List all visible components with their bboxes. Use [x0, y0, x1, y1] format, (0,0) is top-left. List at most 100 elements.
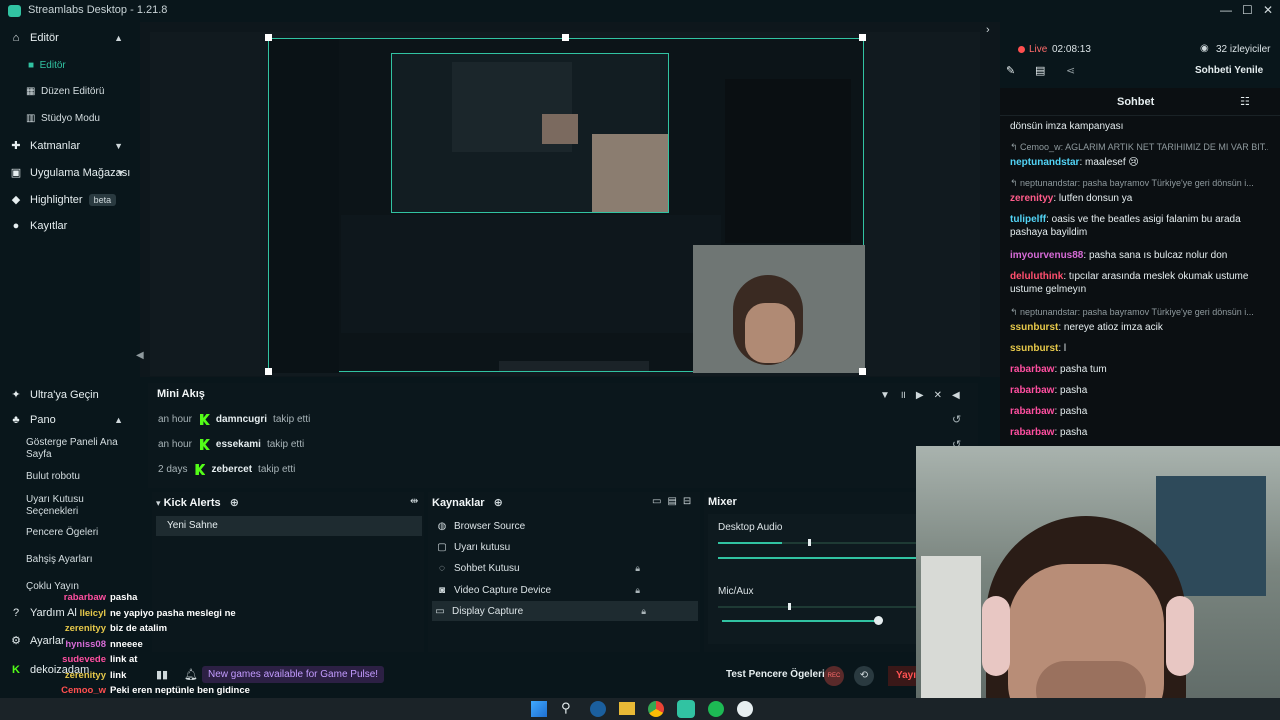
sidebar-sub-dashboard-home[interactable]: Gösterge Paneli Ana Sayfa	[26, 437, 126, 461]
folder-icon[interactable]: ▤	[667, 496, 682, 507]
lock-icon[interactable]: 🔒︎	[635, 563, 640, 574]
pause-icon[interactable]: ॥	[900, 390, 916, 401]
sidebar-item-recordings[interactable]: ● Kayıtlar	[0, 220, 135, 232]
stream-preview[interactable]	[150, 32, 980, 376]
close-button[interactable]: ✕	[1263, 3, 1273, 17]
chat-username[interactable]: imyourvenus88	[1010, 250, 1083, 261]
folder-icon[interactable]	[619, 702, 635, 715]
refresh-chat-button[interactable]: Sohbeti Yenile	[1195, 65, 1263, 76]
chat-username[interactable]: neptunandstar	[1010, 157, 1079, 168]
chevron-right-icon[interactable]: ›	[986, 24, 990, 36]
feed-action: takip etti	[273, 414, 311, 425]
share-icon[interactable]: ⋖	[1066, 64, 1075, 77]
chevron-down-icon[interactable]: ▼	[116, 168, 125, 178]
chevron-down-icon[interactable]: ▾	[156, 498, 161, 508]
edit-icon[interactable]: ✎	[1006, 64, 1015, 77]
feed-row: an hour damncugri takip etti	[158, 414, 310, 425]
sidebar-sub-alertbox[interactable]: Uyarı Kutusu Seçenekleri	[26, 494, 116, 518]
lock-icon[interactable]: 🔒︎	[635, 585, 640, 596]
resize-handle[interactable]	[562, 34, 569, 41]
feed-user[interactable]: zebercet	[211, 464, 252, 475]
scene-item[interactable]: Yeni Sahne	[156, 516, 422, 536]
chat-username[interactable]: tulipelff	[1010, 214, 1046, 225]
filter-icon[interactable]: ▼	[880, 390, 900, 401]
feed-user[interactable]: essekami	[216, 439, 261, 450]
volume-slider[interactable]	[722, 620, 878, 622]
replay-buffer-button[interactable]: ⟲	[854, 666, 874, 686]
source-tools[interactable]: ▭▤⊟	[652, 496, 697, 507]
chat-username[interactable]: zerenityy	[1010, 193, 1053, 204]
overlay-chat-username: Cemoo_w	[61, 685, 106, 696]
chat-username[interactable]: rabarbaw	[1010, 406, 1054, 417]
sidebar-sub-studio-mode[interactable]: ▥ Stüdyo Modu	[26, 113, 100, 125]
volume-icon[interactable]: ◀	[952, 390, 970, 401]
camera-icon: ◙	[438, 584, 446, 596]
sidebar-sub-widgets[interactable]: Pencere Ögeleri	[26, 527, 98, 539]
sidebar-sub-editor[interactable]: ■ Editör	[28, 60, 66, 72]
resize-handle[interactable]	[265, 34, 272, 41]
source-item[interactable]: ▢ Uyarı kutusu	[434, 537, 692, 557]
chevron-up-icon[interactable]: ▲	[114, 415, 123, 425]
feed-user[interactable]: damncugri	[216, 414, 267, 425]
remove-icon[interactable]: ⊟	[683, 496, 697, 507]
chat-username[interactable]: ssunburst	[1010, 322, 1058, 333]
sidebar-sub-layout-editor[interactable]: ▦ Düzen Editörü	[26, 86, 104, 98]
overlay-chat-line: zerenityy link	[60, 669, 127, 681]
windows-start-icon[interactable]	[531, 701, 547, 717]
eye-icon: ◉	[1200, 43, 1209, 54]
lock-icon[interactable]: 🔒︎	[641, 606, 646, 617]
media-player-icon[interactable]	[737, 701, 753, 717]
add-scene-icon[interactable]: ⊕	[230, 497, 239, 509]
chat-username[interactable]: rabarbaw	[1010, 385, 1054, 396]
mute-icon[interactable]: ✕	[934, 390, 952, 401]
dashboard-icon[interactable]: ▤	[1035, 64, 1045, 77]
replay-icon[interactable]: ↺	[952, 413, 961, 426]
streamlabs-icon[interactable]	[677, 700, 695, 718]
minimize-button[interactable]: —	[1220, 3, 1232, 17]
resize-handle[interactable]	[265, 368, 272, 375]
source-item[interactable]: ◍ Browser Source	[434, 516, 692, 536]
store-icon: ▣	[10, 167, 22, 179]
users-icon[interactable]: ☷	[1240, 95, 1250, 108]
add-source-icon[interactable]: ⊕	[494, 497, 503, 509]
resize-handle[interactable]	[859, 34, 866, 41]
steam-icon[interactable]	[590, 701, 606, 717]
sidebar-sub-tip-settings[interactable]: Bahşiş Ayarları	[26, 554, 93, 566]
volume-slider[interactable]	[718, 557, 918, 559]
sidebar-item-highlighter[interactable]: ◆ Highlighter beta	[0, 193, 135, 206]
chevron-down-icon[interactable]: ▼	[114, 141, 123, 151]
sidebar-item-dashboard[interactable]: ♣ Pano ▲	[0, 414, 135, 426]
resize-handle[interactable]	[859, 368, 866, 375]
scene-transition-icon[interactable]: ⇹	[410, 496, 418, 507]
maximize-button[interactable]: ☐	[1242, 3, 1253, 17]
search-icon[interactable]: ⚲	[561, 700, 571, 716]
mini-feed-controls[interactable]: ▼॥▶✕◀	[880, 387, 970, 401]
sidebar-item-editor[interactable]: ⌂ Editör ▲	[0, 32, 135, 44]
display-capture-frame[interactable]	[268, 38, 865, 373]
chevron-up-icon[interactable]: ▲	[114, 33, 123, 43]
sidebar-item-layers[interactable]: ✚ Katmanlar ▼	[0, 139, 135, 153]
sidebar-item-ultra[interactable]: ✦ Ultra'ya Geçin	[0, 388, 135, 402]
source-item[interactable]: ◌ Sohbet Kutusu 🔒︎	[434, 558, 692, 578]
chat-username[interactable]: ssunburst	[1010, 343, 1058, 354]
sidebar-item-appstore[interactable]: ▣ Uygulama Mağazası ▼	[0, 166, 135, 180]
test-widgets-button[interactable]: Test Pencere Ögeleri	[726, 669, 825, 680]
chat-username[interactable]: rabarbaw	[1010, 364, 1054, 375]
chat-username[interactable]: deluluthink	[1010, 271, 1063, 282]
chrome-icon[interactable]	[648, 701, 664, 717]
group-icon[interactable]: ▭	[652, 496, 667, 507]
overlay-chat-text: link	[110, 669, 127, 681]
record-button[interactable]: REC	[824, 666, 844, 686]
skip-icon[interactable]: ▶	[916, 390, 934, 401]
chat-text: l	[1063, 343, 1067, 354]
chat-username[interactable]: rabarbaw	[1010, 427, 1054, 438]
source-item[interactable]: ◙ Video Capture Device 🔒︎	[434, 580, 692, 600]
source-item-selected[interactable]: ▭ Display Capture 🔒︎	[432, 601, 698, 621]
sidebar-sub-cloudbot[interactable]: Bulut robotu	[26, 471, 80, 483]
source-label: Display Capture	[452, 605, 524, 617]
feed-time: 2 days	[158, 464, 188, 475]
spotify-icon[interactable]	[708, 701, 724, 717]
volume-knob[interactable]	[874, 616, 883, 625]
live-header: Live 02:08:13 ◉ 32 izleyiciler ✎ ▤ ⋖ Soh…	[1000, 38, 1280, 88]
chevron-left-icon[interactable]: ◀	[136, 350, 144, 361]
